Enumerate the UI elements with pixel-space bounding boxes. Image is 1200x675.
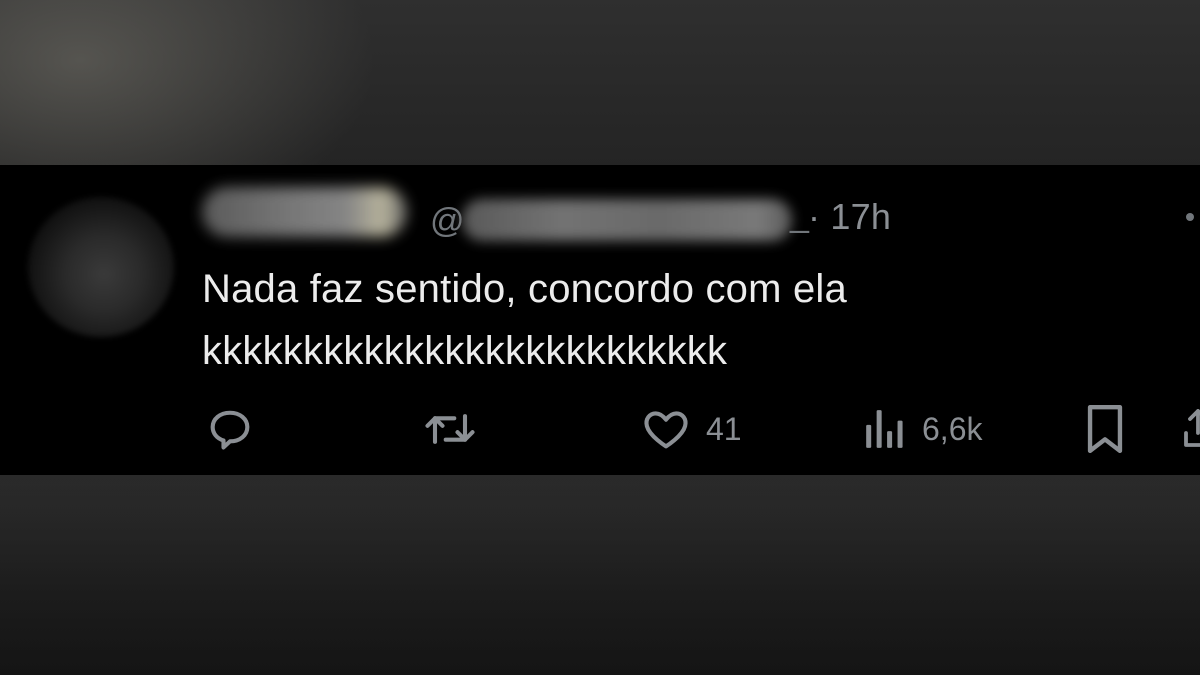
screenshot-stage: @ _ · 17h Nada faz sentido, concordo com… <box>0 0 1200 675</box>
tweet-card[interactable]: @ _ · 17h Nada faz sentido, concordo com… <box>0 165 1200 475</box>
bookmark-icon <box>1087 404 1123 454</box>
like-count: 41 <box>706 410 742 447</box>
retweet-icon <box>425 414 475 444</box>
tweet-actions: 41 6,6k <box>0 399 1200 459</box>
reply-icon <box>210 410 250 450</box>
display-name-blurred[interactable] <box>202 187 407 237</box>
handle-blurred[interactable] <box>462 199 792 241</box>
views-icon <box>866 410 903 448</box>
share-icon <box>1184 409 1200 447</box>
handle-prefix: @ <box>430 202 465 240</box>
handle-suffix: _ <box>790 196 809 234</box>
heart-icon <box>644 411 688 449</box>
views-count: 6,6k <box>922 410 983 447</box>
like-button[interactable]: 41 <box>640 399 742 459</box>
avatar[interactable] <box>28 197 174 337</box>
bookmark-button[interactable] <box>1082 399 1128 459</box>
more-options-icon[interactable] <box>1186 213 1194 221</box>
share-button[interactable] <box>1178 399 1200 459</box>
views-button[interactable]: 6,6k <box>862 399 982 459</box>
tweet-text: Nada faz sentido, concordo com ela kkkkk… <box>202 267 847 373</box>
reply-button[interactable] <box>204 399 256 459</box>
tweet-timestamp[interactable]: · 17h <box>808 197 891 237</box>
retweet-button[interactable] <box>420 399 480 459</box>
